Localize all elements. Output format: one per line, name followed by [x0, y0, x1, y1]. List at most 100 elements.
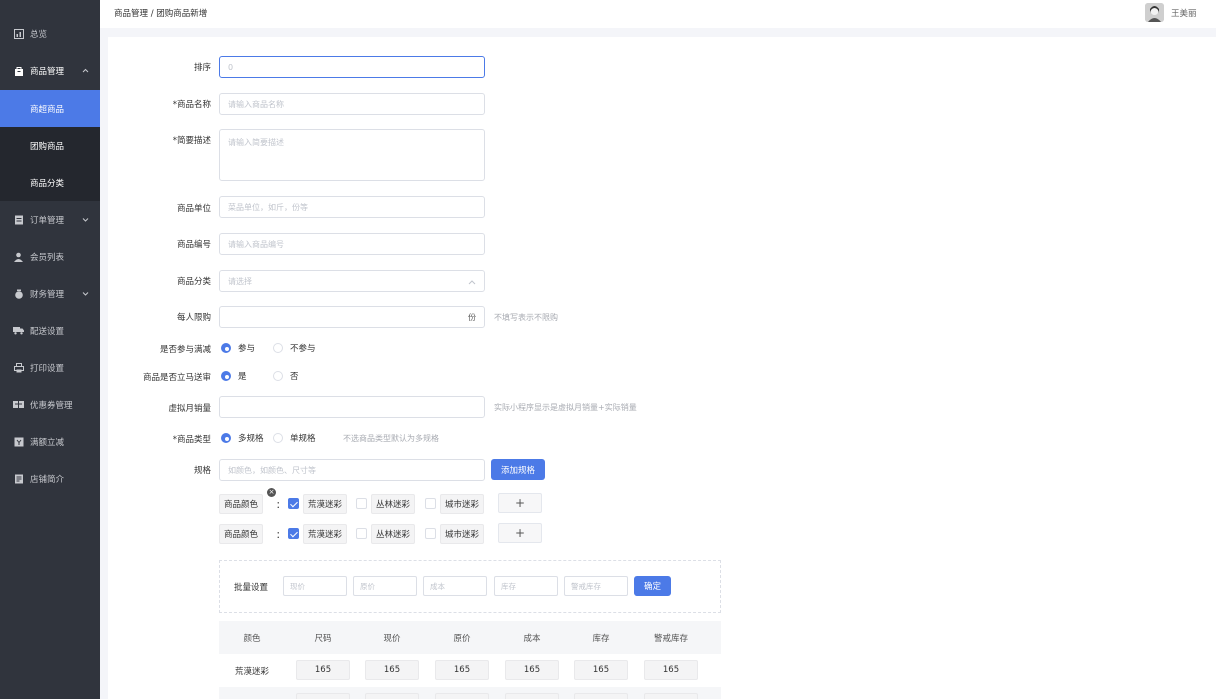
sidebar-item-orders[interactable]: 订单管理: [0, 201, 100, 238]
top-bar: 商品管理 / 团购商品新增 王美丽: [100, 0, 1216, 28]
spec-value-tag[interactable]: 荒漠迷彩: [303, 524, 347, 544]
sidebar-item-finance[interactable]: 财务管理: [0, 275, 100, 312]
category-select[interactable]: 请选择: [219, 270, 485, 292]
batch-original-price-input[interactable]: 原价: [353, 576, 417, 596]
add-spec-value-button[interactable]: +: [498, 493, 542, 513]
spec-value-tag[interactable]: 荒漠迷彩: [303, 494, 347, 514]
radio-label: 参与: [238, 344, 256, 354]
price-cell[interactable]: [365, 693, 419, 699]
batch-confirm-button[interactable]: 确定: [634, 576, 671, 596]
virtual-sales-label: 虚拟月销量: [168, 404, 211, 414]
spec-checkbox[interactable]: [356, 498, 367, 509]
spec-checkbox[interactable]: [425, 498, 436, 509]
radio-checked-icon: [221, 371, 231, 381]
sidebar-item-supermarket-goods[interactable]: 商超商品: [0, 90, 100, 127]
sidebar-item-label: 团购商品: [30, 141, 65, 152]
username[interactable]: 王美丽: [1171, 7, 1197, 19]
radio-label: 单规格: [290, 434, 316, 444]
alert-stock-cell[interactable]: [644, 693, 698, 699]
size-cell[interactable]: 165: [296, 660, 350, 680]
stock-cell[interactable]: [574, 693, 628, 699]
batch-alert-stock-input[interactable]: 警戒库存: [564, 576, 628, 596]
unit-input[interactable]: 菜品单位，如斤，份等: [219, 196, 485, 218]
radio-label: 多规格: [238, 434, 264, 444]
full-reduce-no-radio[interactable]: 不参与: [273, 342, 316, 354]
avatar[interactable]: [1145, 3, 1164, 22]
price-cell[interactable]: 165: [365, 660, 419, 680]
sidebar-item-members[interactable]: 会员列表: [0, 238, 100, 275]
type-hint: 不选商品类型默认为多规格: [343, 434, 439, 443]
spec-colon: ：: [276, 501, 286, 511]
spec-value-tag[interactable]: 丛林迷彩: [371, 494, 415, 514]
sidebar-item-delivery[interactable]: 配送设置: [0, 312, 100, 349]
batch-stock-input[interactable]: 库存: [494, 576, 558, 596]
close-icon[interactable]: ×: [267, 488, 276, 497]
type-multi-radio[interactable]: 多规格: [221, 432, 264, 444]
truck-icon: [13, 325, 24, 336]
spec-name-tag[interactable]: 商品颜色: [219, 494, 263, 514]
limit-input[interactable]: 份: [219, 306, 485, 328]
column-header: 库存: [592, 633, 610, 644]
sort-input[interactable]: 0: [219, 56, 485, 78]
add-spec-value-button[interactable]: +: [498, 523, 542, 543]
column-header: 成本: [523, 633, 541, 644]
spec-checkbox[interactable]: [356, 528, 367, 539]
original-price-cell[interactable]: 165: [435, 660, 489, 680]
type-label: *商品类型: [172, 435, 211, 445]
sidebar-item-label: 店铺简介: [30, 474, 65, 485]
sidebar-item-label: 打印设置: [30, 363, 65, 374]
instant-label: 商品是否立马送审: [142, 373, 211, 383]
add-spec-button[interactable]: 添加规格: [491, 459, 545, 480]
radio-label: 不参与: [290, 344, 316, 354]
unit-label: 商品单位: [176, 204, 211, 214]
sidebar-item-product-management[interactable]: 商品管理: [0, 52, 100, 89]
spec-input[interactable]: 如颜色，如颜色、尺寸等: [219, 459, 485, 481]
sidebar-item-overview[interactable]: 总览: [0, 15, 100, 52]
member-icon: [13, 251, 24, 262]
cost-cell[interactable]: [505, 693, 559, 699]
sidebar-item-goods-category[interactable]: 商品分类: [0, 164, 100, 201]
name-input[interactable]: 请输入商品名称: [219, 93, 485, 115]
virtual-sales-input[interactable]: [219, 396, 485, 418]
batch-price-input[interactable]: 现价: [283, 576, 347, 596]
type-single-radio[interactable]: 单规格: [273, 432, 316, 444]
spec-value-tag[interactable]: 丛林迷彩: [371, 524, 415, 544]
limit-hint: 不填写表示不限购: [494, 313, 558, 322]
radio-unchecked-icon: [273, 433, 283, 443]
sidebar-item-store-intro[interactable]: 店铺简介: [0, 460, 100, 497]
alert-stock-cell[interactable]: 165: [644, 660, 698, 680]
spec-name-tag[interactable]: 商品颜色: [219, 524, 263, 544]
batch-cost-input[interactable]: 成本: [423, 576, 487, 596]
category-label: 商品分类: [176, 277, 211, 287]
code-input[interactable]: 请输入商品编号: [219, 233, 485, 255]
sidebar-item-print[interactable]: 打印设置: [0, 349, 100, 386]
spec-label: 规格: [193, 466, 211, 476]
full-reduce-yes-radio[interactable]: 参与: [221, 342, 255, 354]
radio-unchecked-icon: [273, 343, 283, 353]
instant-no-radio[interactable]: 否: [273, 370, 299, 382]
instant-yes-radio[interactable]: 是: [221, 370, 247, 382]
form-panel: 排序 0 *商品名称 请输入商品名称 *简要描述 请输入简要描述 商品单位 菜品…: [108, 37, 1216, 699]
chevron-up-icon: [468, 278, 476, 287]
stock-cell[interactable]: 165: [574, 660, 628, 680]
sidebar-item-label: 配送设置: [30, 326, 65, 337]
sidebar-item-group-goods[interactable]: 团购商品: [0, 127, 100, 164]
printer-icon: [13, 362, 24, 373]
radio-checked-icon: [221, 343, 231, 353]
chevron-up-icon: [82, 66, 89, 75]
spec-value-tag[interactable]: 城市迷彩: [440, 494, 484, 514]
radio-checked-icon: [221, 433, 231, 443]
size-cell[interactable]: [296, 693, 350, 699]
spec-value-tag[interactable]: 城市迷彩: [440, 524, 484, 544]
money-icon: [13, 288, 24, 299]
sidebar-item-coupons[interactable]: 优惠券管理: [0, 386, 100, 423]
sidebar-item-full-reduction[interactable]: 满额立减: [0, 423, 100, 460]
spec-checkbox-checked[interactable]: [288, 498, 299, 509]
spec-checkbox[interactable]: [425, 528, 436, 539]
sidebar-item-label: 满额立减: [30, 437, 65, 448]
original-price-cell[interactable]: [435, 693, 489, 699]
spec-checkbox-checked[interactable]: [288, 528, 299, 539]
desc-textarea[interactable]: 请输入简要描述: [219, 129, 485, 181]
sidebar-item-label: 优惠券管理: [30, 400, 73, 411]
cost-cell[interactable]: 165: [505, 660, 559, 680]
